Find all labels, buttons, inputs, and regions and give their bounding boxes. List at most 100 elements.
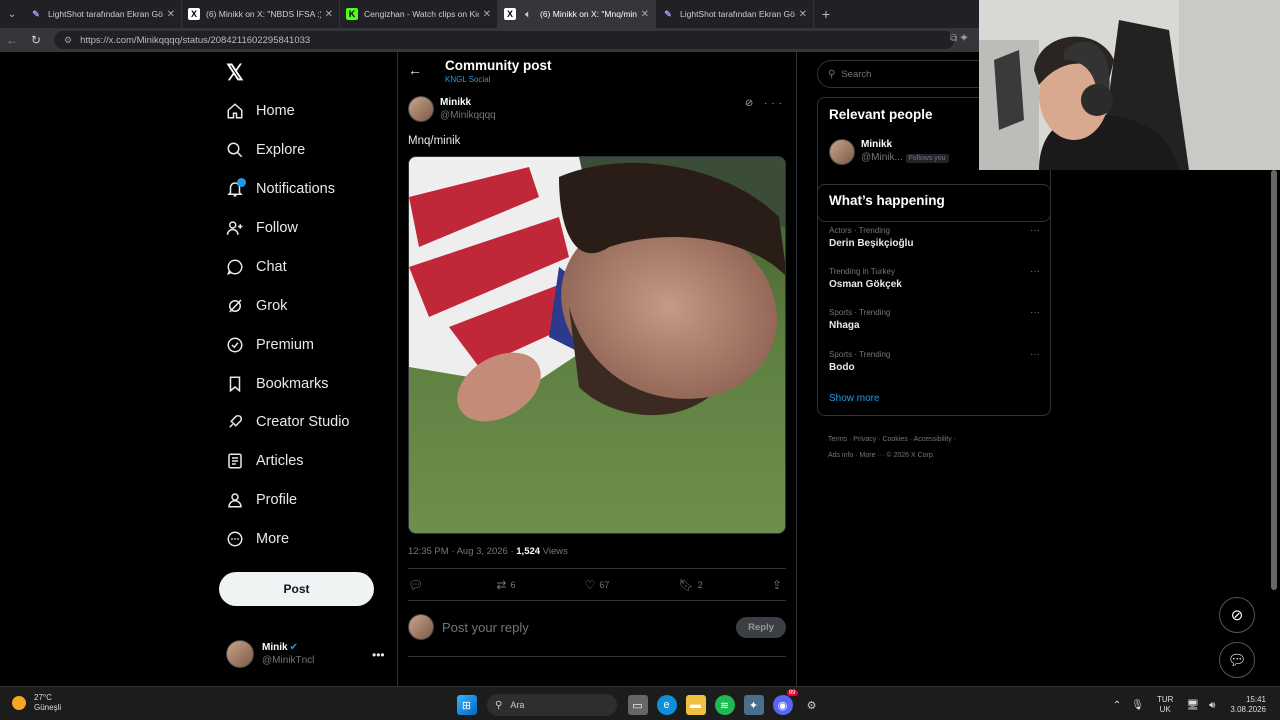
bookmark-action[interactable]: 🔖︎ 2	[679, 578, 703, 592]
nav-item-premium[interactable]: Premium	[224, 330, 314, 360]
author-handle[interactable]: @Minikqqqq	[440, 109, 496, 122]
browser-tab-2[interactable]: X (6) Minikk on X: "NBDS İFSA :) http ✕	[182, 0, 340, 28]
nav-item-more[interactable]: More	[224, 524, 289, 554]
back-arrow-icon[interactable]: ←	[0, 33, 24, 47]
post-timestamp[interactable]: 12:35 PM · Aug 3, 2026 ·	[408, 546, 516, 557]
trend-item[interactable]: Actors · Trending Derin Beşikçioğlu	[829, 224, 913, 250]
post-image[interactable]	[408, 156, 786, 534]
edge-icon[interactable]: e	[656, 695, 677, 715]
volume-icon[interactable]: 🔊︎	[1209, 700, 1215, 711]
nav-label: Profile	[256, 492, 298, 508]
messages-floating-button[interactable]: 💬︎	[1219, 642, 1255, 678]
trend-more-icon[interactable]: ···	[1030, 349, 1040, 360]
taskbar-search[interactable]: ⚲ Ara	[487, 694, 617, 716]
nav-item-home[interactable]: Home	[224, 96, 295, 126]
reply-action[interactable]: 💬︎	[408, 578, 427, 592]
reply-input[interactable]: Post your reply	[442, 620, 736, 635]
nav-item-profile[interactable]: Profile	[224, 485, 297, 515]
nav-label: Articles	[256, 453, 304, 469]
trend-item[interactable]: Sports · Trending Nhaga	[829, 306, 890, 332]
post-author[interactable]: Minikk @Minikqqqq	[408, 96, 496, 122]
close-icon[interactable]: ✕	[483, 9, 491, 20]
post-more-icon[interactable]: ⊘ ···	[745, 98, 786, 109]
scrollbar[interactable]	[1270, 170, 1278, 686]
grok-floating-button[interactable]: ⊘	[1219, 597, 1255, 633]
author-name[interactable]: Minikk	[440, 96, 496, 109]
nav-item-explore[interactable]: Explore	[224, 135, 305, 165]
close-icon[interactable]: ✕	[167, 9, 175, 20]
browser-tab-5[interactable]: ✎ LightShot tarafından Ekran Görünt ✕	[656, 0, 814, 28]
x-logo-icon[interactable]: 𝕏	[226, 60, 244, 86]
nav-item-bookmarks[interactable]: Bookmarks	[224, 369, 329, 399]
url-field[interactable]: ⚙ https://x.com/Minikqqqq/status/2084211…	[54, 31, 954, 49]
close-icon[interactable]: ✕	[799, 9, 807, 20]
app-icon[interactable]: ✦	[743, 695, 764, 715]
community-link[interactable]: KNGL Social	[445, 75, 491, 84]
microphone-icon[interactable]: 🎙︎	[1131, 700, 1144, 711]
person-name: Minikk	[861, 139, 893, 150]
reply-button[interactable]: Reply	[736, 616, 786, 638]
file-explorer-icon[interactable]: ▬	[685, 695, 706, 715]
language-indicator[interactable]: TUR UK	[1157, 695, 1173, 715]
settings-icon[interactable]: ⚙	[802, 695, 822, 715]
back-arrow-icon[interactable]: ←	[408, 62, 422, 78]
premium-icon	[224, 334, 246, 356]
search-placeholder: Search	[841, 68, 872, 80]
close-icon[interactable]: ✕	[641, 9, 649, 20]
nav-item-articles[interactable]: Articles	[224, 446, 304, 476]
task-view-icon[interactable]: ▭	[627, 695, 648, 715]
footer-line[interactable]: Ads info · More ··· © 2026 X Corp.	[828, 448, 1028, 464]
account-more-icon[interactable]: •••	[372, 648, 385, 662]
relevant-person[interactable]: Minikk @Minik... Follows you	[829, 138, 949, 165]
webcam-feed-graphic	[979, 0, 1280, 170]
trend-more-icon[interactable]: ···	[1030, 307, 1040, 318]
like-action[interactable]: ♡ 67	[585, 578, 610, 592]
browser-tab-4[interactable]: X 🔈︎ (6) Minikk on X: "Mnq/minik ✕	[498, 0, 656, 28]
discord-icon[interactable]: ◉ 99	[772, 690, 798, 715]
extensions-icon[interactable]: ⧉ ✦	[950, 33, 968, 44]
nav-item-notifications[interactable]: Notifications	[224, 174, 335, 204]
show-more-link[interactable]: Show more	[829, 393, 880, 404]
divider	[408, 600, 786, 601]
lang-bottom: UK	[1159, 705, 1171, 714]
post-text: Mnq/minik	[408, 135, 461, 147]
feather-icon: ✎	[32, 8, 40, 19]
trend-item[interactable]: Sports · Trending Bodo	[829, 348, 890, 374]
new-tab-plus-icon[interactable]: +	[814, 6, 838, 22]
account-switcher[interactable]: Minik ✔ @MinikTncl	[226, 640, 314, 668]
nav-label: More	[256, 531, 290, 547]
footer-line[interactable]: Terms · Privacy · Cookies · Accessibilit…	[828, 432, 1028, 448]
repost-action[interactable]: ⇄ 6	[496, 578, 515, 592]
nav-item-creator-studio[interactable]: Creator Studio	[224, 407, 350, 437]
trend-more-icon[interactable]: ···	[1030, 266, 1040, 277]
share-action[interactable]: ⇪	[772, 578, 786, 592]
close-icon[interactable]: ✕	[325, 9, 333, 20]
trend-item[interactable]: Trending in Turkey Osman Gökçek	[829, 265, 902, 291]
address-bar: ← ↻ ⚙ https://x.com/Minikqqqq/status/208…	[0, 28, 980, 52]
scroll-thumb[interactable]	[1271, 170, 1277, 590]
nav-label: Follow	[256, 220, 298, 236]
footer-links: Terms · Privacy · Cookies · Accessibilit…	[828, 432, 1028, 464]
weather-widget[interactable]: 27°C Güneşli	[12, 693, 61, 713]
search-icon	[224, 139, 246, 161]
nav-label: Explore	[256, 142, 306, 158]
clock[interactable]: 15:41 3.08.2026	[1230, 695, 1266, 715]
avatar[interactable]	[408, 96, 434, 122]
network-icon[interactable]: 🖥︎	[1186, 700, 1199, 711]
grok-icon[interactable]: ⊘	[745, 98, 757, 109]
reload-icon[interactable]: ↻	[24, 33, 48, 47]
browser-tab-3[interactable]: K Cengizhan - Watch clips on Kick ✕	[340, 0, 498, 28]
post-button[interactable]: Post	[219, 572, 374, 606]
taskbar: 27°C Güneşli ⊞ ⚲ Ara ▭ e ▬ ≋ ✦ ◉ 99 ⚙ ⌃ 🎙…	[0, 686, 1280, 720]
speaker-icon[interactable]: 🔈︎	[522, 8, 534, 20]
nav-item-follow[interactable]: Follow	[224, 213, 298, 243]
trend-more-icon[interactable]: ···	[1030, 225, 1040, 236]
nav-item-grok[interactable]: Grok	[224, 291, 287, 321]
spotify-icon[interactable]: ≋	[714, 695, 735, 715]
site-info-icon[interactable]: ⚙	[64, 35, 72, 46]
tab-search-chevron-icon[interactable]: ⌄	[0, 0, 24, 28]
chevron-up-icon[interactable]: ⌃	[1113, 700, 1121, 711]
browser-tab-1[interactable]: ✎ LightShot tarafından Ekran Görünt ✕	[24, 0, 182, 28]
windows-start-icon[interactable]: ⊞	[456, 695, 477, 715]
nav-item-chat[interactable]: Chat	[224, 252, 287, 282]
